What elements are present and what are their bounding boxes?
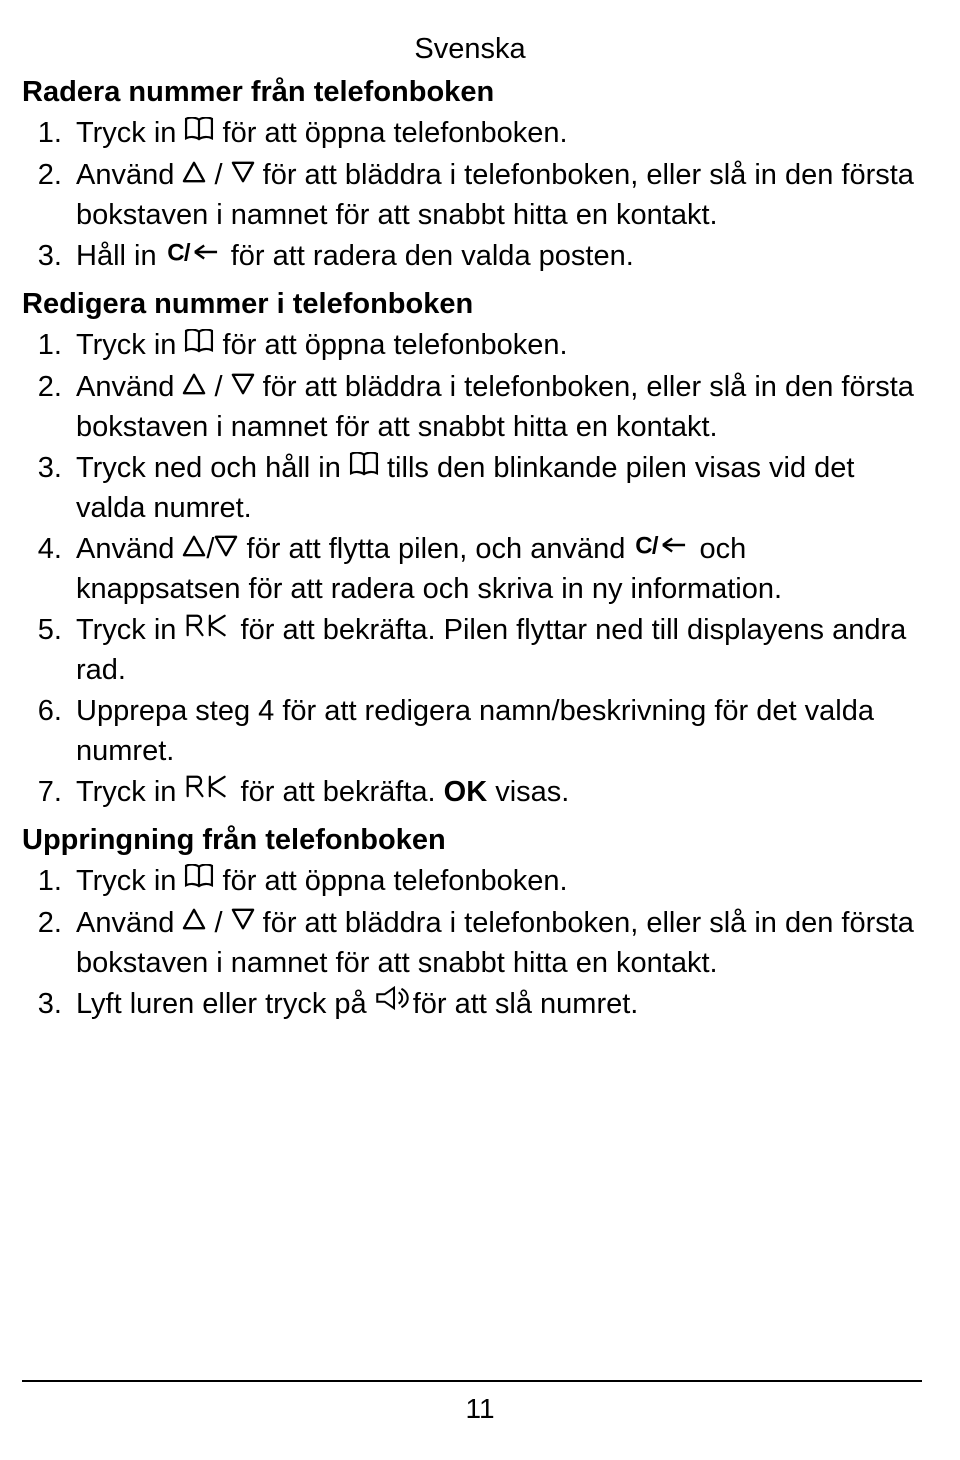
text: Tryck in — [76, 329, 184, 361]
page-number: 11 — [0, 1390, 960, 1428]
text: för att bekräfta. — [232, 776, 443, 808]
text: för att öppna telefonboken. — [214, 329, 567, 361]
book-icon — [184, 325, 214, 364]
c-delete-icon — [633, 529, 691, 568]
up-icon — [182, 155, 206, 194]
text: Tryck ned och håll in — [76, 452, 349, 484]
text: Tryck in — [76, 865, 184, 897]
down-icon — [231, 367, 255, 406]
text: Använd — [76, 159, 182, 191]
text: Håll in — [76, 240, 165, 272]
text: Upprepa steg 4 för att redigera namn/bes… — [76, 695, 874, 766]
text: för att öppna telefonboken. — [214, 865, 567, 897]
up-icon — [182, 902, 206, 941]
text: Tryck in — [76, 117, 184, 149]
text: Använd — [76, 907, 182, 939]
text: Lyft luren eller tryck på — [76, 988, 375, 1020]
section-title-delete: Radera nummer från telefonboken — [22, 73, 918, 112]
page-header: Svenska — [22, 30, 918, 69]
list-item: Tryck in för att bekräfta. Pilen flyttar… — [70, 611, 918, 690]
text: / — [206, 907, 230, 939]
rk-icon — [184, 610, 232, 649]
footer-rule — [22, 1380, 922, 1382]
list-item: Tryck in för att öppna telefonboken. — [70, 862, 918, 902]
list-item: Tryck in för att öppna telefonboken. — [70, 114, 918, 154]
text: / — [206, 533, 214, 565]
text: Tryck in — [76, 776, 184, 808]
list-item: Använd / för att bläddra i telefonboken,… — [70, 156, 918, 235]
book-icon — [184, 860, 214, 899]
section-title-edit: Redigera nummer i telefonboken — [22, 285, 918, 324]
list-item: Använd / för att bläddra i telefonboken,… — [70, 368, 918, 447]
up-icon — [182, 529, 206, 568]
list-item: Tryck in för att öppna telefonboken. — [70, 326, 918, 366]
text: Använd — [76, 371, 182, 403]
up-icon — [182, 367, 206, 406]
list-item: Upprepa steg 4 för att redigera namn/bes… — [70, 692, 918, 770]
section-title-dial: Uppringning från telefonboken — [22, 821, 918, 860]
text: / — [206, 159, 230, 191]
speaker-icon — [375, 983, 413, 1022]
list-dial: Tryck in för att öppna telefonboken. Anv… — [22, 862, 918, 1025]
text: för att öppna telefonboken. — [214, 117, 567, 149]
list-item: Tryck ned och håll in tills den blinkand… — [70, 449, 918, 528]
text: för att slå numret. — [413, 988, 639, 1020]
list-delete: Tryck in för att öppna telefonboken. Anv… — [22, 114, 918, 277]
ok-label: OK — [444, 776, 488, 808]
list-edit: Tryck in för att öppna telefonboken. Anv… — [22, 326, 918, 812]
list-item: Håll in för att radera den valda posten. — [70, 237, 918, 277]
text: visas. — [487, 776, 569, 808]
text: Tryck in — [76, 614, 184, 646]
down-icon — [214, 529, 238, 568]
list-item: Lyft luren eller tryck på för att slå nu… — [70, 985, 918, 1025]
c-delete-icon — [165, 236, 223, 275]
down-icon — [231, 902, 255, 941]
list-item: Använd / för att flytta pilen, och använ… — [70, 530, 918, 609]
text: för att flytta pilen, och använd — [238, 533, 633, 565]
book-icon — [184, 113, 214, 152]
text: för att radera den valda posten. — [223, 240, 634, 272]
list-item: Använd / för att bläddra i telefonboken,… — [70, 904, 918, 983]
text: / — [206, 371, 230, 403]
list-item: Tryck in för att bekräfta. OK visas. — [70, 773, 918, 813]
down-icon — [231, 155, 255, 194]
book-icon — [349, 448, 379, 487]
text: Använd — [76, 533, 182, 565]
rk-icon — [184, 771, 232, 810]
